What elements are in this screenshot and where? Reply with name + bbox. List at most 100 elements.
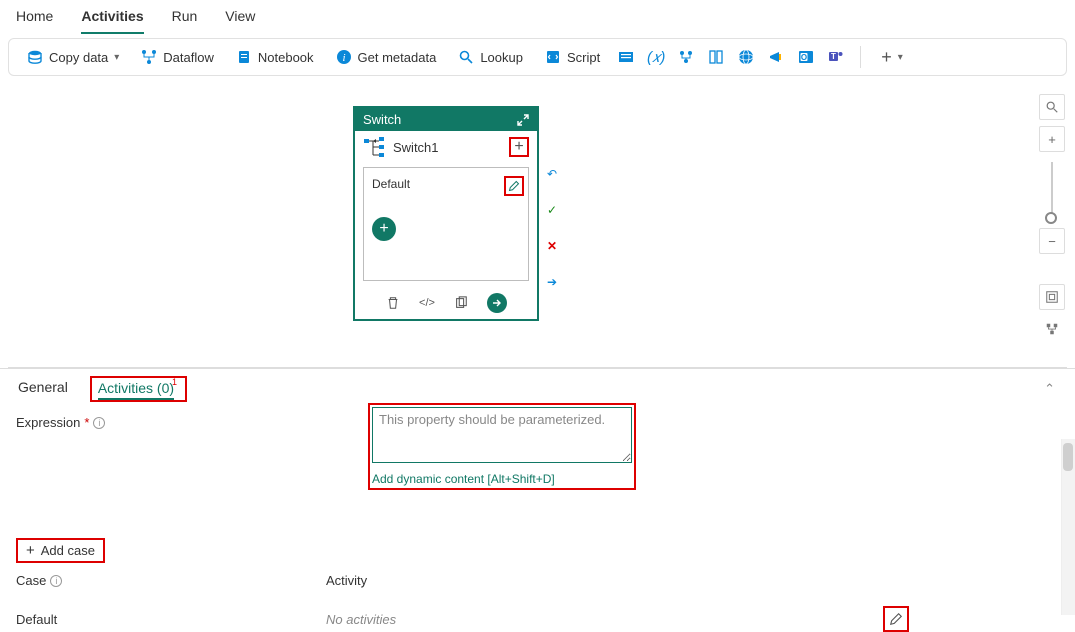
collapse-panel-button[interactable]: ⌃ <box>1044 381 1059 397</box>
success-check-icon: ✓ <box>544 202 560 218</box>
expression-label-text: Expression <box>16 415 80 430</box>
toolbar-extra-1-icon[interactable] <box>614 45 638 69</box>
layout-button[interactable] <box>1039 316 1065 342</box>
switch-name-row: Switch1 + <box>355 131 537 163</box>
plus-icon: + <box>881 47 892 68</box>
panel-tab-activities-highlight: Activities (0)1 <box>90 376 187 402</box>
required-asterisk: * <box>84 415 89 430</box>
undo-icon[interactable]: ↶ <box>544 166 560 182</box>
svg-text:i: i <box>342 52 345 64</box>
add-activity-to-case-button[interactable]: + <box>372 217 396 241</box>
lookup-button[interactable]: Lookup <box>450 45 531 69</box>
add-activity-button[interactable]: + ▾ <box>873 43 911 72</box>
panel-tabs: General Activities (0)1 ⌃ <box>0 369 1075 403</box>
copy-data-button[interactable]: Copy data ▾ <box>19 45 127 69</box>
search-icon <box>458 49 474 65</box>
top-nav-tabs: Home Activities Run View <box>0 0 1075 34</box>
dataflow-icon <box>141 49 157 65</box>
notebook-button[interactable]: Notebook <box>228 45 322 69</box>
default-case-box[interactable]: Default + <box>363 167 529 281</box>
tab-home[interactable]: Home <box>16 8 53 34</box>
case-row-label: Default <box>16 612 326 627</box>
get-metadata-button[interactable]: i Get metadata <box>328 45 445 69</box>
expression-input[interactable] <box>372 407 632 463</box>
fit-to-screen-button[interactable] <box>1039 284 1065 310</box>
switch-name-label: Switch1 <box>393 140 439 155</box>
chevron-down-icon: ▾ <box>114 52 119 63</box>
activities-toolbar: Copy data ▾ Dataflow Notebook i Get meta… <box>8 38 1067 76</box>
default-case-label: Default <box>372 177 410 191</box>
notebook-icon <box>236 49 252 65</box>
copy-icon[interactable] <box>453 295 469 311</box>
case-row-activity: No activities <box>326 612 883 627</box>
failure-x-icon: ✕ <box>544 238 560 254</box>
switch-type-label: Switch <box>363 112 401 127</box>
panel-scrollbar[interactable] <box>1061 439 1075 615</box>
zoom-thumb[interactable] <box>1045 212 1057 224</box>
expression-highlight-box: Add dynamic content [Alt+Shift+D] <box>368 403 636 490</box>
info-icon[interactable]: i <box>93 417 105 429</box>
dataflow-label: Dataflow <box>163 50 214 65</box>
tab-activities[interactable]: Activities <box>81 8 143 34</box>
switch-activity-node[interactable]: Switch Switch1 + Default + </> <box>353 106 539 321</box>
panel-body: Expression * i Add dynamic content [Alt+… <box>0 403 1075 615</box>
copy-data-label: Copy data <box>49 50 108 65</box>
panel-tab-activities[interactable]: Activities (0) <box>98 380 174 400</box>
expand-icon[interactable] <box>517 114 529 126</box>
globe-icon[interactable] <box>734 45 758 69</box>
cases-table-header: Case i Activity <box>16 573 1059 588</box>
case-row-default: Default No activities <box>16 606 1059 632</box>
script-icon <box>545 49 561 65</box>
notebook-label: Notebook <box>258 50 314 65</box>
info-icon[interactable]: i <box>50 575 62 587</box>
zoom-slider[interactable] <box>1051 162 1053 218</box>
canvas-search-button[interactable] <box>1039 94 1065 120</box>
scrollbar-thumb[interactable] <box>1063 443 1073 471</box>
database-icon <box>27 49 43 65</box>
toolbar-extra-4-icon[interactable] <box>704 45 728 69</box>
svg-text:T: T <box>831 52 836 61</box>
add-case-label: Add case <box>41 543 95 558</box>
zoom-controls: + − <box>1039 94 1065 342</box>
add-dynamic-content-link[interactable]: Add dynamic content [Alt+Shift+D] <box>372 472 632 486</box>
expression-label: Expression * i <box>16 415 105 430</box>
switch-node-header: Switch <box>355 108 537 131</box>
edit-default-case-button[interactable] <box>504 176 524 196</box>
plus-icon: + <box>26 542 35 559</box>
tab-view[interactable]: View <box>225 8 255 34</box>
svg-text:O: O <box>801 53 807 62</box>
node-side-icons: ↶ ✓ ✕ ➔ <box>544 166 560 290</box>
code-icon[interactable]: </> <box>419 295 435 311</box>
delete-icon[interactable] <box>385 295 401 311</box>
outlook-icon[interactable]: O <box>794 45 818 69</box>
toolbar-separator <box>860 46 861 68</box>
properties-panel: General Activities (0)1 ⌃ Expression * i… <box>0 368 1075 615</box>
zoom-in-button[interactable]: + <box>1039 126 1065 152</box>
toolbar-extra-3-icon[interactable] <box>674 45 698 69</box>
tab-badge: 1 <box>172 377 177 387</box>
case-column-header: Case i <box>16 573 326 588</box>
get-metadata-label: Get metadata <box>358 50 437 65</box>
teams-icon[interactable]: T <box>824 45 848 69</box>
tab-run[interactable]: Run <box>172 8 198 34</box>
variable-icon[interactable]: (𝑥) <box>644 45 668 69</box>
branch-icon <box>363 137 385 157</box>
megaphone-icon[interactable] <box>764 45 788 69</box>
script-button[interactable]: Script <box>537 45 608 69</box>
chevron-down-icon: ▾ <box>898 52 903 63</box>
add-case-icon-button[interactable]: + <box>509 137 529 157</box>
lookup-label: Lookup <box>480 50 523 65</box>
script-label: Script <box>567 50 600 65</box>
zoom-out-button[interactable]: − <box>1039 228 1065 254</box>
case-header-text: Case <box>16 573 46 588</box>
dataflow-button[interactable]: Dataflow <box>133 45 222 69</box>
pipeline-canvas[interactable]: + − Switch Switch1 + Default <box>8 80 1067 368</box>
panel-tab-general[interactable]: General <box>16 375 70 403</box>
skip-arrow-icon: ➔ <box>544 274 560 290</box>
edit-case-row-button[interactable] <box>883 606 909 632</box>
run-icon[interactable] <box>487 293 507 313</box>
info-icon: i <box>336 49 352 65</box>
activity-column-header: Activity <box>326 573 1059 588</box>
node-footer: </> <box>355 289 537 319</box>
add-case-button[interactable]: + Add case <box>16 538 105 563</box>
